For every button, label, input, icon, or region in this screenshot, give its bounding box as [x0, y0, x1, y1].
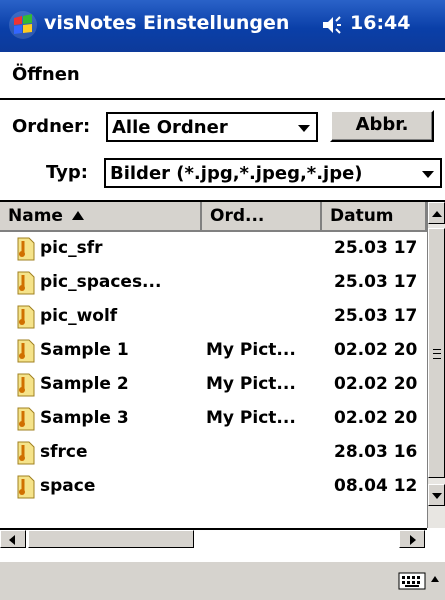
speaker-icon[interactable]	[320, 13, 344, 37]
table-row[interactable]: Sample 3 My Pict... 02.02 20	[0, 402, 427, 436]
type-dropdown[interactable]: Bilder (*.jpg,*.jpeg,*.jpe)	[104, 158, 442, 188]
table-row[interactable]: space 08.04 12	[0, 470, 427, 504]
type-label: Typ:	[46, 162, 88, 183]
scroll-left-button[interactable]	[0, 530, 26, 548]
chevron-down-icon	[298, 125, 310, 132]
arrow-up-icon	[432, 211, 442, 217]
arrow-right-icon	[410, 535, 416, 545]
dialog-header: Öffnen	[0, 52, 445, 100]
sip-up-arrow-icon[interactable]	[430, 572, 440, 590]
file-list: Name Ord... Datum pic_sfr 25.03 17 pic_s…	[0, 200, 445, 561]
scroll-up-button[interactable]	[428, 202, 445, 224]
folder-label: Ordner:	[12, 116, 91, 137]
folder-dropdown[interactable]: Alle Ordner	[106, 112, 318, 142]
image-file-icon	[17, 305, 35, 329]
chevron-down-icon	[422, 171, 434, 178]
sort-ascending-icon	[72, 211, 84, 220]
table-row[interactable]: Sample 1 My Pict... 02.02 20	[0, 334, 427, 368]
folder-dropdown-value: Alle Ordner	[112, 117, 228, 138]
image-file-icon	[17, 339, 35, 363]
file-rows: pic_sfr 25.03 17 pic_spaces... 25.03 17 …	[0, 232, 427, 528]
column-header-name[interactable]: Name	[0, 202, 202, 232]
table-row[interactable]: sfrce 28.03 16	[0, 436, 427, 470]
grip-icon	[433, 349, 441, 359]
dialog-title: Öffnen	[12, 64, 80, 85]
scroll-down-button[interactable]	[428, 484, 445, 506]
arrow-left-icon	[9, 535, 15, 545]
window-title: visNotes Einstellungen	[44, 12, 290, 34]
image-file-icon	[17, 271, 35, 295]
table-row[interactable]: pic_spaces... 25.03 17	[0, 266, 427, 300]
menu-bar	[0, 561, 445, 600]
image-file-icon	[17, 407, 35, 431]
image-file-icon	[17, 373, 35, 397]
arrow-down-icon	[432, 493, 442, 499]
keyboard-icon[interactable]	[398, 572, 426, 590]
clock[interactable]: 16:44	[350, 12, 410, 34]
horizontal-scrollbar[interactable]	[0, 528, 427, 548]
cancel-button[interactable]: Abbr.	[330, 110, 434, 142]
horizontal-scroll-thumb[interactable]	[28, 530, 194, 548]
image-file-icon	[17, 237, 35, 261]
windows-flag-icon[interactable]	[8, 10, 38, 40]
scroll-right-button[interactable]	[399, 530, 425, 548]
column-header-folder[interactable]: Ord...	[202, 202, 322, 232]
image-file-icon	[17, 475, 35, 499]
table-row[interactable]: pic_sfr 25.03 17	[0, 232, 427, 266]
image-file-icon	[17, 441, 35, 465]
vertical-scrollbar[interactable]	[427, 202, 445, 528]
table-row[interactable]: Sample 2 My Pict... 02.02 20	[0, 368, 427, 402]
title-bar: visNotes Einstellungen 16:44	[0, 0, 445, 52]
column-header-date[interactable]: Datum	[322, 202, 427, 232]
type-dropdown-value: Bilder (*.jpg,*.jpeg,*.jpe)	[110, 163, 363, 184]
vertical-scroll-thumb[interactable]	[428, 228, 445, 478]
table-row[interactable]: pic_wolf 25.03 17	[0, 300, 427, 334]
